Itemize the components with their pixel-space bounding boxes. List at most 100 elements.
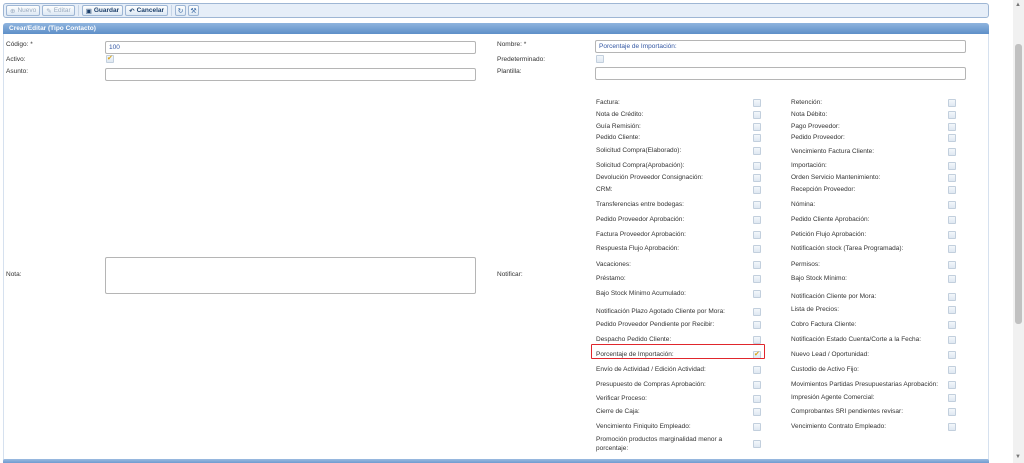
toolbar: ⊕ Nuevo ✎ Editar ▣ Guardar ↶ Cancelar ↻ ⚒ bbox=[3, 3, 989, 18]
activo-checkbox[interactable] bbox=[106, 54, 114, 63]
notify-right-label: Recepción Proveedor: bbox=[791, 186, 856, 193]
notify-right-checkbox[interactable] bbox=[948, 275, 956, 283]
undo-icon: ↶ bbox=[129, 7, 135, 15]
notify-left-label: Notificación Plazo Agotado Cliente por M… bbox=[596, 308, 725, 315]
notify-right-label: Notificación Estado Cuenta/Corte a la Fe… bbox=[791, 336, 922, 343]
notify-left-checkbox[interactable] bbox=[753, 99, 761, 107]
plantilla-input[interactable] bbox=[595, 67, 966, 80]
notify-left-checkbox[interactable] bbox=[753, 308, 761, 316]
notify-right-checkbox[interactable] bbox=[948, 186, 956, 194]
refresh-icon: ↻ bbox=[177, 7, 184, 15]
notify-left-checkbox[interactable] bbox=[753, 123, 761, 131]
notify-left-label: Pedido Proveedor Pendiente por Recibir: bbox=[596, 321, 715, 328]
new-icon: ⊕ bbox=[10, 7, 16, 15]
notify-right-label: Retención: bbox=[791, 99, 823, 106]
notify-left-checkbox[interactable] bbox=[753, 134, 761, 142]
nota-label: Nota: bbox=[6, 271, 22, 278]
notify-right-checkbox[interactable] bbox=[948, 174, 956, 182]
notify-right-checkbox[interactable] bbox=[948, 366, 956, 374]
notify-left-checkbox[interactable] bbox=[753, 381, 761, 389]
plantilla-label: Plantilla: bbox=[497, 68, 522, 75]
notify-left-checkbox[interactable] bbox=[753, 290, 761, 298]
notify-right-label: Notificación stock (Tarea Programada): bbox=[791, 245, 904, 252]
notify-left-label: CRM: bbox=[596, 186, 613, 193]
tools-button[interactable]: ⚒ bbox=[188, 5, 200, 16]
notify-left-label: Devolución Proveedor Consignación: bbox=[596, 174, 703, 181]
notify-right-checkbox[interactable] bbox=[948, 336, 956, 344]
notify-left-checkbox[interactable] bbox=[753, 395, 761, 403]
notify-left-label: Factura: bbox=[596, 99, 620, 106]
notify-left-label: Verificar Proceso: bbox=[596, 395, 647, 402]
notify-left-checkbox[interactable] bbox=[753, 111, 761, 119]
notify-left-checkbox[interactable] bbox=[753, 321, 761, 329]
notify-left-label: Nota de Crédito: bbox=[596, 111, 644, 118]
notify-left-checkbox[interactable] bbox=[753, 336, 761, 344]
predeterminado-checkbox[interactable] bbox=[596, 55, 604, 63]
notify-left-checkbox[interactable] bbox=[753, 275, 761, 283]
notify-right-checkbox[interactable] bbox=[948, 321, 956, 329]
notify-right-checkbox[interactable] bbox=[948, 293, 956, 301]
save-button[interactable]: ▣ Guardar bbox=[81, 5, 124, 16]
notify-right-checkbox[interactable] bbox=[948, 201, 956, 209]
notify-right-label: Nota Débito: bbox=[791, 111, 828, 118]
notify-right-label: Custodio de Activo Fijo: bbox=[791, 366, 859, 373]
notify-left-checkbox[interactable] bbox=[753, 366, 761, 374]
notify-right-checkbox[interactable] bbox=[948, 162, 956, 170]
notify-right-label: Pago Proveedor: bbox=[791, 123, 840, 130]
notify-left-label: Solicitud Compra(Elaborado): bbox=[596, 147, 682, 154]
notify-left-label: Despacho Pedido Cliente: bbox=[596, 336, 672, 343]
asunto-input[interactable] bbox=[105, 68, 476, 81]
notify-right-checkbox[interactable] bbox=[948, 216, 956, 224]
notify-right-checkbox[interactable] bbox=[948, 306, 956, 314]
notify-right-checkbox[interactable] bbox=[948, 231, 956, 239]
notify-left-label: Factura Proveedor Aprobación: bbox=[596, 231, 686, 238]
notify-right-label: Vencimiento Factura Cliente: bbox=[791, 148, 875, 155]
notify-left-checkbox[interactable] bbox=[753, 245, 761, 253]
codigo-input[interactable]: 100 bbox=[105, 41, 476, 54]
notify-left-label: Vacaciones: bbox=[596, 261, 631, 268]
notify-left-label: Préstamo: bbox=[596, 275, 626, 282]
notify-right-label: Pedido Cliente Aprobación: bbox=[791, 216, 870, 223]
edit-button[interactable]: ✎ Editar bbox=[42, 5, 75, 16]
nombre-input[interactable]: Porcentaje de Importación: bbox=[595, 40, 966, 53]
notify-right-checkbox[interactable] bbox=[948, 423, 956, 431]
notify-right-checkbox[interactable] bbox=[948, 99, 956, 107]
vertical-scrollbar[interactable]: ▲ ▼ bbox=[1013, 0, 1024, 463]
scroll-up-icon[interactable]: ▲ bbox=[1015, 2, 1021, 8]
notify-left-checkbox[interactable] bbox=[753, 408, 761, 416]
notify-left-checkbox[interactable] bbox=[753, 162, 761, 170]
notify-right-checkbox[interactable] bbox=[948, 245, 956, 253]
notify-right-label: Nuevo Lead / Oportunidad: bbox=[791, 351, 870, 358]
notify-left-checkbox[interactable] bbox=[753, 261, 761, 269]
cancel-button[interactable]: ↶ Cancelar bbox=[125, 5, 169, 16]
notify-left-checkbox[interactable] bbox=[753, 174, 761, 182]
notify-left-label: Guía Remisión: bbox=[596, 123, 641, 130]
new-button[interactable]: ⊕ Nuevo bbox=[6, 5, 41, 16]
scroll-down-icon[interactable]: ▼ bbox=[1015, 454, 1021, 460]
notify-right-label: Importación: bbox=[791, 162, 827, 169]
notify-right-checkbox[interactable] bbox=[948, 148, 956, 156]
notify-right-checkbox[interactable] bbox=[948, 123, 956, 131]
notify-left-checkbox[interactable] bbox=[753, 440, 761, 448]
notify-right-checkbox[interactable] bbox=[948, 394, 956, 402]
notify-right-checkbox[interactable] bbox=[948, 351, 956, 359]
notify-left-checkbox[interactable] bbox=[753, 147, 761, 155]
notify-right-label: Notificación Cliente por Mora: bbox=[791, 293, 877, 300]
notify-right-checkbox[interactable] bbox=[948, 381, 956, 389]
notify-left-checkbox[interactable] bbox=[753, 201, 761, 209]
notify-right-checkbox[interactable] bbox=[948, 134, 956, 142]
notify-left-checkbox[interactable] bbox=[753, 423, 761, 431]
nota-textarea[interactable] bbox=[105, 257, 476, 294]
notify-left-checkbox[interactable] bbox=[753, 216, 761, 224]
notify-left-label: Presupuesto de Compras Aprobación: bbox=[596, 381, 706, 388]
notify-right-label: Pedido Proveedor: bbox=[791, 134, 845, 141]
notify-right-label: Vencimiento Contrato Empleado: bbox=[791, 423, 887, 430]
notify-left-checkbox[interactable] bbox=[753, 231, 761, 239]
notify-right-checkbox[interactable] bbox=[948, 111, 956, 119]
refresh-button[interactable]: ↻ bbox=[175, 5, 187, 16]
notify-right-checkbox[interactable] bbox=[948, 408, 956, 416]
scroll-thumb[interactable] bbox=[1015, 44, 1022, 324]
notify-right-checkbox[interactable] bbox=[948, 261, 956, 269]
highlight-box bbox=[591, 344, 765, 359]
notify-left-checkbox[interactable] bbox=[753, 186, 761, 194]
